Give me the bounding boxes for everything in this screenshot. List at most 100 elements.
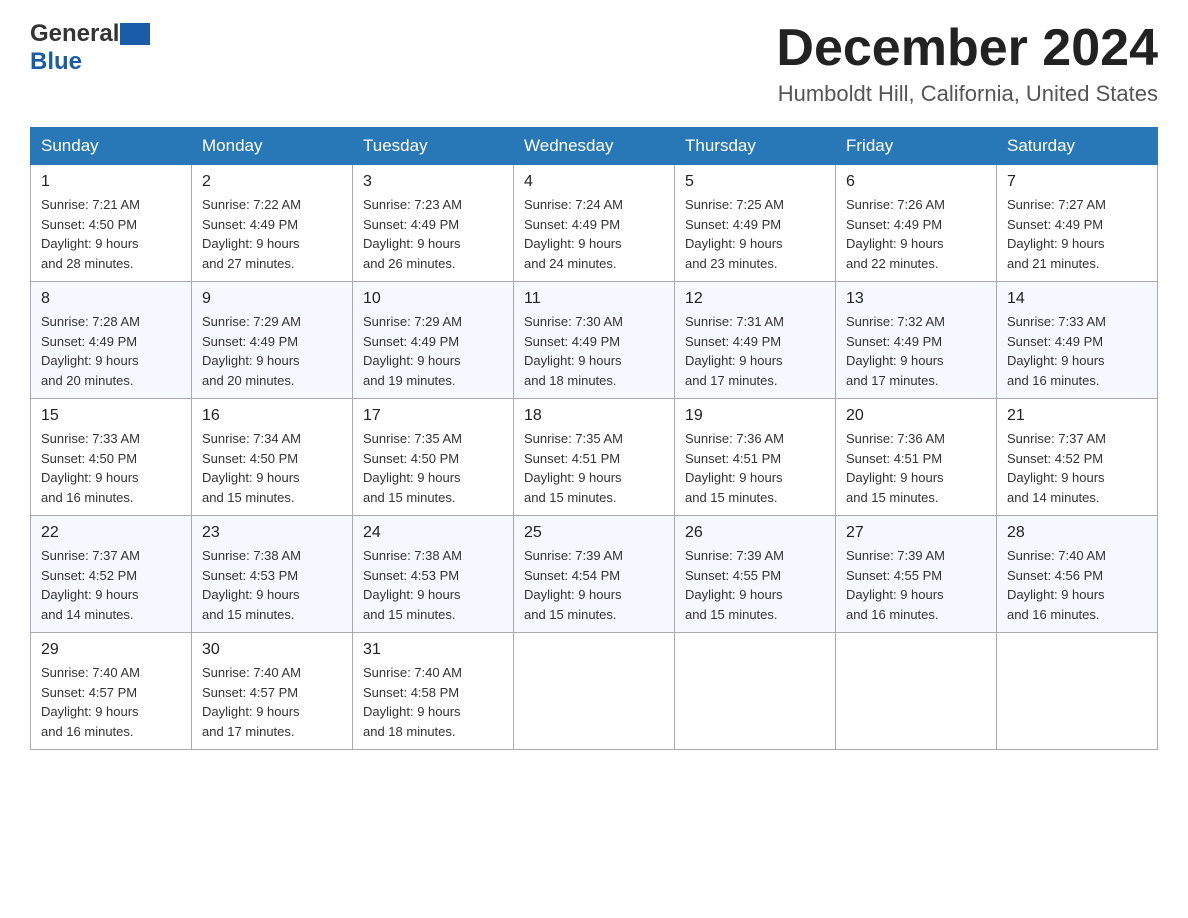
logo-blue-text: Blue <box>30 48 82 75</box>
day-number: 31 <box>363 641 503 659</box>
table-row: 19 Sunrise: 7:36 AMSunset: 4:51 PMDaylig… <box>675 399 836 516</box>
day-number: 29 <box>41 641 181 659</box>
day-number: 26 <box>685 524 825 542</box>
table-row: 30 Sunrise: 7:40 AMSunset: 4:57 PMDaylig… <box>192 633 353 750</box>
day-sunrise: Sunrise: 7:35 AMSunset: 4:51 PMDaylight:… <box>524 431 623 505</box>
table-row: 12 Sunrise: 7:31 AMSunset: 4:49 PMDaylig… <box>675 282 836 399</box>
day-sunrise: Sunrise: 7:23 AMSunset: 4:49 PMDaylight:… <box>363 197 462 271</box>
day-sunrise: Sunrise: 7:33 AMSunset: 4:50 PMDaylight:… <box>41 431 140 505</box>
day-sunrise: Sunrise: 7:39 AMSunset: 4:54 PMDaylight:… <box>524 548 623 622</box>
day-sunrise: Sunrise: 7:36 AMSunset: 4:51 PMDaylight:… <box>846 431 945 505</box>
day-sunrise: Sunrise: 7:34 AMSunset: 4:50 PMDaylight:… <box>202 431 301 505</box>
day-number: 23 <box>202 524 342 542</box>
day-sunrise: Sunrise: 7:26 AMSunset: 4:49 PMDaylight:… <box>846 197 945 271</box>
header-monday: Monday <box>192 128 353 165</box>
table-row: 25 Sunrise: 7:39 AMSunset: 4:54 PMDaylig… <box>514 516 675 633</box>
day-sunrise: Sunrise: 7:32 AMSunset: 4:49 PMDaylight:… <box>846 314 945 388</box>
table-row: 27 Sunrise: 7:39 AMSunset: 4:55 PMDaylig… <box>836 516 997 633</box>
day-sunrise: Sunrise: 7:29 AMSunset: 4:49 PMDaylight:… <box>202 314 301 388</box>
table-row: 16 Sunrise: 7:34 AMSunset: 4:50 PMDaylig… <box>192 399 353 516</box>
calendar-week-row: 1 Sunrise: 7:21 AMSunset: 4:50 PMDayligh… <box>31 165 1158 282</box>
day-number: 13 <box>846 290 986 308</box>
day-number: 22 <box>41 524 181 542</box>
day-sunrise: Sunrise: 7:27 AMSunset: 4:49 PMDaylight:… <box>1007 197 1106 271</box>
day-number: 10 <box>363 290 503 308</box>
day-number: 17 <box>363 407 503 425</box>
day-sunrise: Sunrise: 7:29 AMSunset: 4:49 PMDaylight:… <box>363 314 462 388</box>
table-row: 17 Sunrise: 7:35 AMSunset: 4:50 PMDaylig… <box>353 399 514 516</box>
header-sunday: Sunday <box>31 128 192 165</box>
day-sunrise: Sunrise: 7:40 AMSunset: 4:58 PMDaylight:… <box>363 665 462 739</box>
day-number: 28 <box>1007 524 1147 542</box>
calendar-week-row: 29 Sunrise: 7:40 AMSunset: 4:57 PMDaylig… <box>31 633 1158 750</box>
day-sunrise: Sunrise: 7:25 AMSunset: 4:49 PMDaylight:… <box>685 197 784 271</box>
day-number: 19 <box>685 407 825 425</box>
day-number: 4 <box>524 173 664 191</box>
day-sunrise: Sunrise: 7:38 AMSunset: 4:53 PMDaylight:… <box>363 548 462 622</box>
table-row: 7 Sunrise: 7:27 AMSunset: 4:49 PMDayligh… <box>997 165 1158 282</box>
table-row: 15 Sunrise: 7:33 AMSunset: 4:50 PMDaylig… <box>31 399 192 516</box>
month-title: December 2024 <box>776 20 1158 77</box>
calendar-week-row: 22 Sunrise: 7:37 AMSunset: 4:52 PMDaylig… <box>31 516 1158 633</box>
day-sunrise: Sunrise: 7:39 AMSunset: 4:55 PMDaylight:… <box>685 548 784 622</box>
day-number: 24 <box>363 524 503 542</box>
header-tuesday: Tuesday <box>353 128 514 165</box>
table-row: 2 Sunrise: 7:22 AMSunset: 4:49 PMDayligh… <box>192 165 353 282</box>
day-sunrise: Sunrise: 7:22 AMSunset: 4:49 PMDaylight:… <box>202 197 301 271</box>
day-number: 18 <box>524 407 664 425</box>
logo-flag-icon <box>120 23 150 45</box>
day-sunrise: Sunrise: 7:28 AMSunset: 4:49 PMDaylight:… <box>41 314 140 388</box>
day-sunrise: Sunrise: 7:40 AMSunset: 4:57 PMDaylight:… <box>202 665 301 739</box>
table-row: 11 Sunrise: 7:30 AMSunset: 4:49 PMDaylig… <box>514 282 675 399</box>
day-sunrise: Sunrise: 7:40 AMSunset: 4:57 PMDaylight:… <box>41 665 140 739</box>
table-row: 9 Sunrise: 7:29 AMSunset: 4:49 PMDayligh… <box>192 282 353 399</box>
day-sunrise: Sunrise: 7:31 AMSunset: 4:49 PMDaylight:… <box>685 314 784 388</box>
table-row: 24 Sunrise: 7:38 AMSunset: 4:53 PMDaylig… <box>353 516 514 633</box>
day-number: 14 <box>1007 290 1147 308</box>
header-thursday: Thursday <box>675 128 836 165</box>
header-saturday: Saturday <box>997 128 1158 165</box>
table-row: 8 Sunrise: 7:28 AMSunset: 4:49 PMDayligh… <box>31 282 192 399</box>
calendar-week-row: 8 Sunrise: 7:28 AMSunset: 4:49 PMDayligh… <box>31 282 1158 399</box>
calendar-table: Sunday Monday Tuesday Wednesday Thursday… <box>30 127 1158 750</box>
day-number: 20 <box>846 407 986 425</box>
day-number: 9 <box>202 290 342 308</box>
day-sunrise: Sunrise: 7:39 AMSunset: 4:55 PMDaylight:… <box>846 548 945 622</box>
table-row: 23 Sunrise: 7:38 AMSunset: 4:53 PMDaylig… <box>192 516 353 633</box>
day-number: 16 <box>202 407 342 425</box>
day-sunrise: Sunrise: 7:35 AMSunset: 4:50 PMDaylight:… <box>363 431 462 505</box>
day-number: 2 <box>202 173 342 191</box>
day-sunrise: Sunrise: 7:40 AMSunset: 4:56 PMDaylight:… <box>1007 548 1106 622</box>
page-header: General Blue December 2024 Humboldt Hill… <box>30 20 1158 107</box>
table-row: 31 Sunrise: 7:40 AMSunset: 4:58 PMDaylig… <box>353 633 514 750</box>
day-number: 15 <box>41 407 181 425</box>
day-number: 3 <box>363 173 503 191</box>
day-sunrise: Sunrise: 7:36 AMSunset: 4:51 PMDaylight:… <box>685 431 784 505</box>
table-row: 6 Sunrise: 7:26 AMSunset: 4:49 PMDayligh… <box>836 165 997 282</box>
day-sunrise: Sunrise: 7:38 AMSunset: 4:53 PMDaylight:… <box>202 548 301 622</box>
table-row <box>997 633 1158 750</box>
weekday-header-row: Sunday Monday Tuesday Wednesday Thursday… <box>31 128 1158 165</box>
day-sunrise: Sunrise: 7:37 AMSunset: 4:52 PMDaylight:… <box>1007 431 1106 505</box>
day-sunrise: Sunrise: 7:37 AMSunset: 4:52 PMDaylight:… <box>41 548 140 622</box>
day-number: 25 <box>524 524 664 542</box>
table-row: 29 Sunrise: 7:40 AMSunset: 4:57 PMDaylig… <box>31 633 192 750</box>
day-sunrise: Sunrise: 7:21 AMSunset: 4:50 PMDaylight:… <box>41 197 140 271</box>
table-row <box>836 633 997 750</box>
day-number: 5 <box>685 173 825 191</box>
title-area: December 2024 Humboldt Hill, California,… <box>776 20 1158 107</box>
day-number: 27 <box>846 524 986 542</box>
table-row: 10 Sunrise: 7:29 AMSunset: 4:49 PMDaylig… <box>353 282 514 399</box>
table-row <box>675 633 836 750</box>
day-number: 30 <box>202 641 342 659</box>
table-row: 1 Sunrise: 7:21 AMSunset: 4:50 PMDayligh… <box>31 165 192 282</box>
table-row: 21 Sunrise: 7:37 AMSunset: 4:52 PMDaylig… <box>997 399 1158 516</box>
table-row: 22 Sunrise: 7:37 AMSunset: 4:52 PMDaylig… <box>31 516 192 633</box>
day-number: 21 <box>1007 407 1147 425</box>
header-friday: Friday <box>836 128 997 165</box>
table-row: 28 Sunrise: 7:40 AMSunset: 4:56 PMDaylig… <box>997 516 1158 633</box>
logo-general-text: General <box>30 20 119 48</box>
day-sunrise: Sunrise: 7:30 AMSunset: 4:49 PMDaylight:… <box>524 314 623 388</box>
table-row: 3 Sunrise: 7:23 AMSunset: 4:49 PMDayligh… <box>353 165 514 282</box>
table-row: 20 Sunrise: 7:36 AMSunset: 4:51 PMDaylig… <box>836 399 997 516</box>
